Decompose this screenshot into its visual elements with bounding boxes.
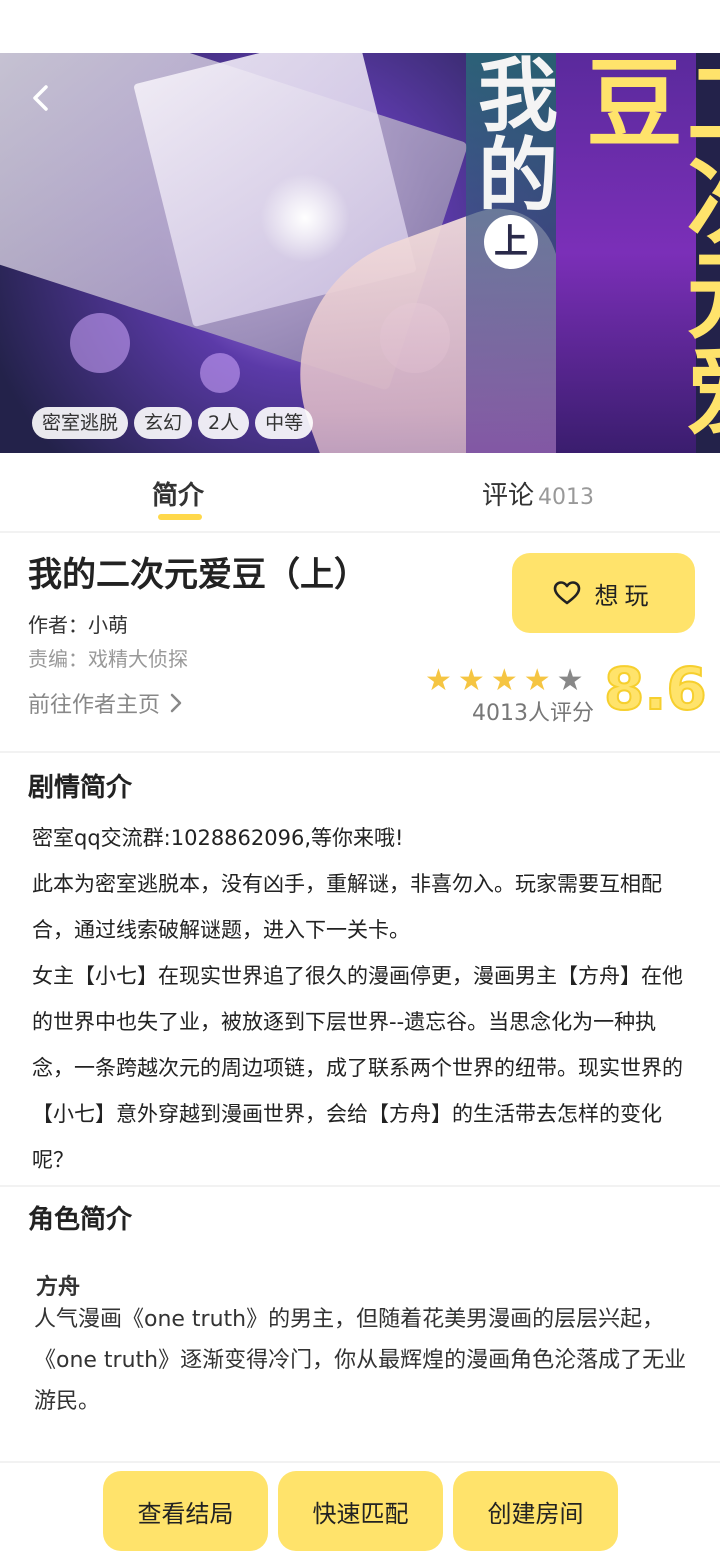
page-title: 我的二次元爱豆（上）: [28, 555, 368, 595]
cover-title-a: 我的: [465, 53, 559, 213]
roles-section: 角色简介 方舟 人气漫画《one truth》的男主，但随着花美男漫画的层层兴起…: [0, 1187, 720, 1461]
cover-art-bokeh: [200, 353, 240, 393]
bottom-action-bar: 查看结局 快速匹配 创建房间: [0, 1461, 720, 1560]
cover-title-sub: 上: [484, 215, 538, 269]
back-button[interactable]: [26, 83, 56, 113]
roles-heading: 角色简介: [28, 1205, 133, 1235]
quick-match-button[interactable]: 快速匹配: [278, 1471, 443, 1551]
status-bar: [0, 0, 720, 53]
role-description: 人气漫画《one truth》的男主，但随着花美男漫画的层层兴起，《one tr…: [34, 1307, 687, 1414]
rating-stars: ★ ★ ★ ★ ★: [425, 665, 584, 697]
tag: 中等: [255, 407, 314, 439]
want-to-play-label: 想玩: [594, 581, 655, 610]
author-homepage-label: 前往作者主页: [28, 693, 161, 718]
tab-intro[interactable]: 简介: [152, 475, 204, 512]
star-icon: ★: [425, 663, 452, 698]
tab-comments[interactable]: 评论 4013: [482, 475, 594, 512]
editor-name: 责编：戏精大侦探: [28, 647, 188, 671]
chevron-left-icon: [33, 85, 48, 111]
author-homepage-link[interactable]: 前往作者主页: [28, 687, 184, 719]
tag: 玄幻: [134, 407, 193, 439]
chevron-right-icon: [170, 693, 182, 713]
rating-score: 8.6: [603, 655, 708, 723]
star-icon: ★: [490, 663, 518, 698]
game-info: 我的二次元爱豆（上） 作者：小萌 责编：戏精大侦探 前往作者主页 想玩 ★ ★ …: [0, 533, 720, 753]
plot-section: 剧情简介 密室qq交流群:1028862096,等你来哦! 此本为密室逃脱本，没…: [0, 753, 720, 1187]
cover-title-b: 二次元爱豆: [570, 53, 720, 437]
tag: 密室逃脱: [32, 407, 129, 439]
cover-art-bokeh: [70, 313, 130, 373]
author-name: 作者：小萌: [28, 613, 128, 637]
plot-paragraph: 此本为密室逃脱本，没有凶手，重解谜，非喜勿入。玩家需要互相配合，通过线索破解谜题…: [32, 872, 662, 942]
cover-art-glow: [260, 173, 350, 263]
plot-text: 密室qq交流群:1028862096,等你来哦! 此本为密室逃脱本，没有凶手，重…: [32, 815, 692, 1183]
star-icon: ★: [556, 663, 584, 698]
view-ending-button[interactable]: 查看结局: [103, 1471, 268, 1551]
tab-comments-label: 评论: [482, 481, 535, 511]
want-to-play-button[interactable]: 想玩: [512, 553, 695, 633]
star-icon: ★: [523, 663, 551, 698]
role-name: 方舟: [36, 1275, 81, 1300]
tag: 2人: [198, 407, 250, 439]
tab-active-indicator: [158, 514, 202, 520]
plot-heading: 剧情简介: [28, 773, 133, 803]
tab-bar: 简介 评论 4013: [0, 453, 720, 533]
create-room-button[interactable]: 创建房间: [453, 1471, 618, 1551]
heart-icon: [553, 581, 580, 605]
tag-list: 密室逃脱 玄幻 2人 中等: [32, 407, 314, 439]
rating-count: 4013人评分: [472, 701, 594, 726]
star-icon: ★: [457, 663, 485, 698]
cover-banner: 我的 上 二次元爱豆 密室逃脱 玄幻 2人 中等: [0, 53, 720, 453]
plot-paragraph: 女主【小七】在现实世界追了很久的漫画停更，漫画男主【方舟】在他的世界中也失了业，…: [32, 964, 683, 1172]
plot-paragraph: 密室qq交流群:1028862096,等你来哦!: [32, 826, 404, 850]
tab-comments-count: 4013: [538, 485, 595, 510]
